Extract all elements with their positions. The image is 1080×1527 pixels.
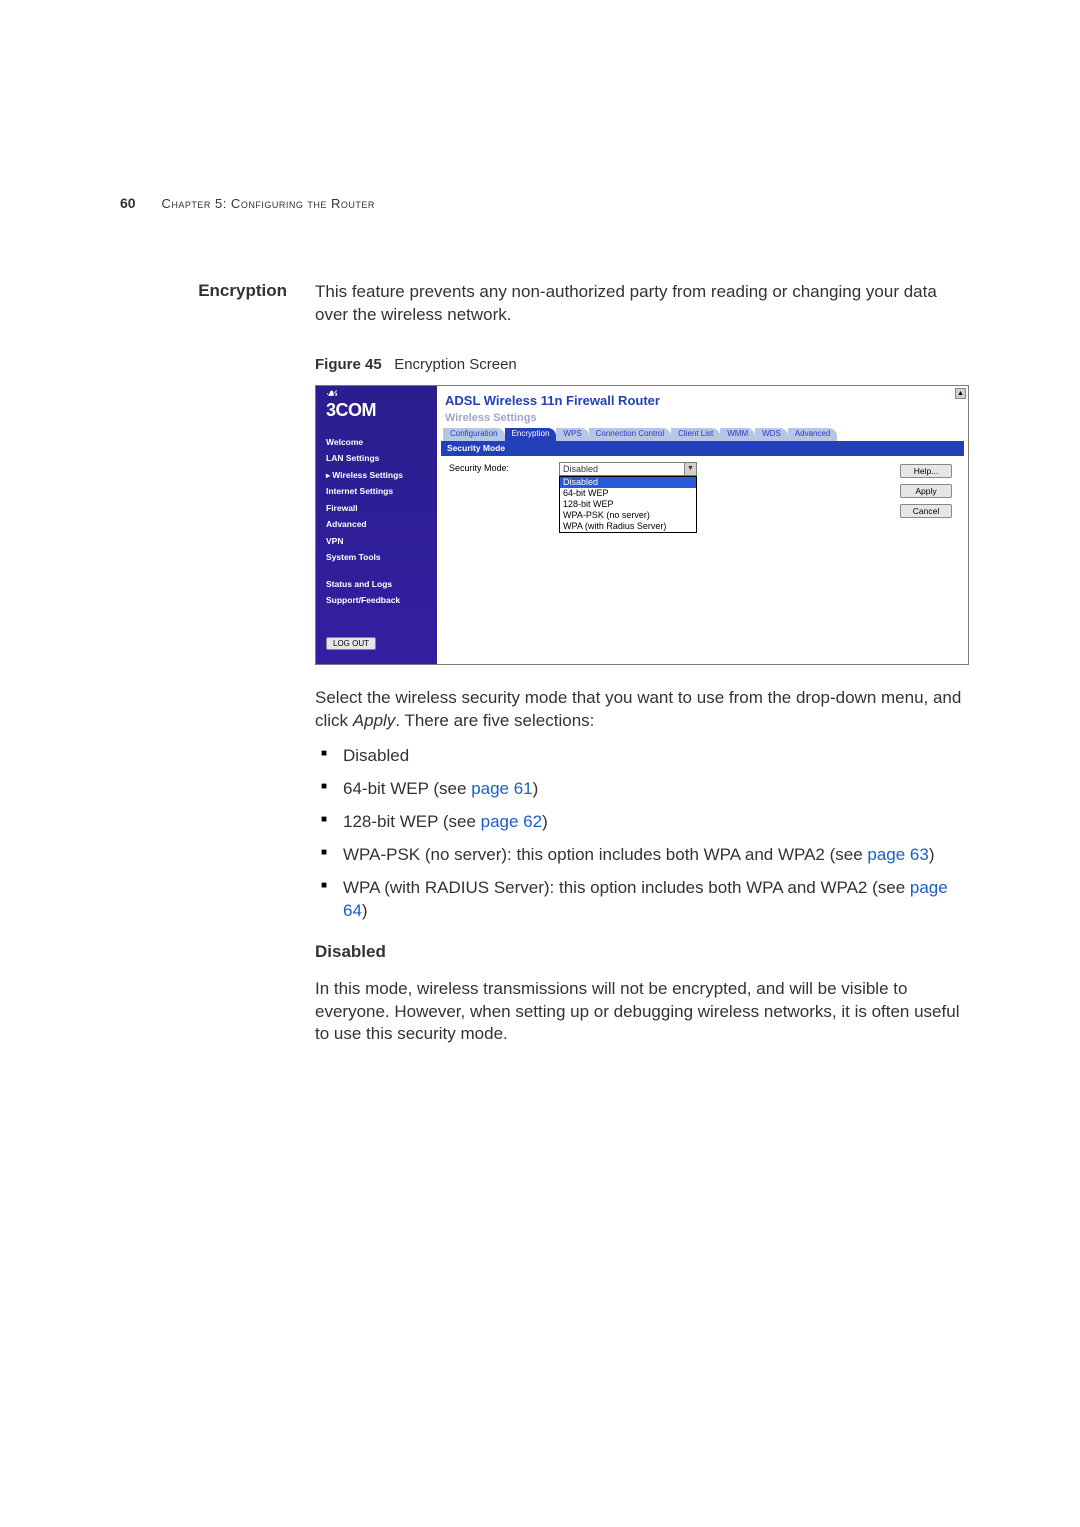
instruction-paragraph: Select the wireless security mode that y… <box>315 687 969 733</box>
option-128wep[interactable]: 128-bit WEP <box>560 499 696 510</box>
subsection-paragraph: In this mode, wireless transmissions wil… <box>315 978 969 1047</box>
figure-label: Figure 45 <box>315 356 382 373</box>
chapter-title: Chapter 5: Configuring the Router <box>161 196 374 211</box>
chevron-down-icon: ▼ <box>684 463 696 475</box>
page-link[interactable]: page 63 <box>867 845 928 864</box>
section-header: Security Mode <box>441 442 964 455</box>
apply-button[interactable]: Apply <box>900 484 952 498</box>
tab-wds[interactable]: WDS <box>755 428 788 441</box>
tab-connection-control[interactable]: Connection Control <box>589 428 671 441</box>
section-intro: This feature prevents any non-authorized… <box>315 281 969 327</box>
sidebar-item-systemtools[interactable]: System Tools <box>316 550 437 566</box>
tab-bar: Configuration Encryption WPS Connection … <box>437 426 968 441</box>
brand-text: 3COM <box>326 398 437 422</box>
page-link[interactable]: page 61 <box>471 779 532 798</box>
tab-client-list[interactable]: Client List <box>671 428 720 441</box>
sidebar-item-wireless[interactable]: Wireless Settings <box>316 467 437 484</box>
tab-encryption[interactable]: Encryption <box>505 428 557 441</box>
option-disabled[interactable]: Disabled <box>560 477 696 488</box>
list-item: 64-bit WEP (see page 61) <box>315 778 969 801</box>
page-number: 60 <box>120 195 136 211</box>
security-mode-select[interactable]: Disabled ▼ <box>559 462 697 476</box>
list-item: WPA-PSK (no server): this option include… <box>315 844 969 867</box>
section-side-heading: Encryption <box>198 281 287 300</box>
sidebar-item-lan[interactable]: LAN Settings <box>316 451 437 467</box>
list-item: WPA (with RADIUS Server): this option in… <box>315 877 969 923</box>
sidebar-item-advanced[interactable]: Advanced <box>316 517 437 533</box>
list-item: 128-bit WEP (see page 62) <box>315 811 969 834</box>
security-mode-value: Disabled <box>563 463 598 475</box>
running-header: 60 Chapter 5: Configuring the Router <box>120 195 960 211</box>
logout-button[interactable]: LOG OUT <box>326 637 376 650</box>
option-wpapsk[interactable]: WPA-PSK (no server) <box>560 510 696 521</box>
tab-configuration[interactable]: Configuration <box>443 428 505 441</box>
security-mode-options: Disabled 64-bit WEP 128-bit WEP WPA-PSK … <box>559 476 697 533</box>
figure-caption: Figure 45 Encryption Screen <box>315 355 969 375</box>
option-wparadius[interactable]: WPA (with Radius Server) <box>560 521 696 532</box>
page-link[interactable]: page 62 <box>481 812 542 831</box>
help-button[interactable]: Help... <box>900 464 952 478</box>
brand-logo: ☙ 3COM <box>316 386 437 426</box>
tab-wps[interactable]: WPS <box>556 428 588 441</box>
sidebar-item-internet[interactable]: Internet Settings <box>316 484 437 500</box>
selections-list: Disabled 64-bit WEP (see page 61) 128-bi… <box>315 745 969 923</box>
sidebar-item-firewall[interactable]: Firewall <box>316 500 437 516</box>
tab-advanced[interactable]: Advanced <box>788 428 838 441</box>
router-sidebar: ☙ 3COM Welcome LAN Settings Wireless Set… <box>316 386 437 664</box>
product-title: ADSL Wireless 11n Firewall Router <box>445 392 968 410</box>
list-item: Disabled <box>315 745 969 768</box>
subsection-heading: Disabled <box>315 941 969 964</box>
figure-title: Encryption Screen <box>394 356 517 373</box>
scroll-up-icon[interactable]: ▲ <box>955 388 966 399</box>
breadcrumb-subtitle: Wireless Settings <box>445 411 968 426</box>
security-mode-label: Security Mode: <box>449 462 559 474</box>
sidebar-item-status[interactable]: Status and Logs <box>316 576 437 592</box>
sidebar-item-welcome[interactable]: Welcome <box>316 434 437 450</box>
cancel-button[interactable]: Cancel <box>900 504 952 518</box>
sidebar-item-support[interactable]: Support/Feedback <box>316 593 437 609</box>
encryption-screenshot: ☙ 3COM Welcome LAN Settings Wireless Set… <box>315 385 969 665</box>
tab-wmm[interactable]: WMM <box>720 428 755 441</box>
option-64wep[interactable]: 64-bit WEP <box>560 488 696 499</box>
sidebar-item-vpn[interactable]: VPN <box>316 533 437 549</box>
